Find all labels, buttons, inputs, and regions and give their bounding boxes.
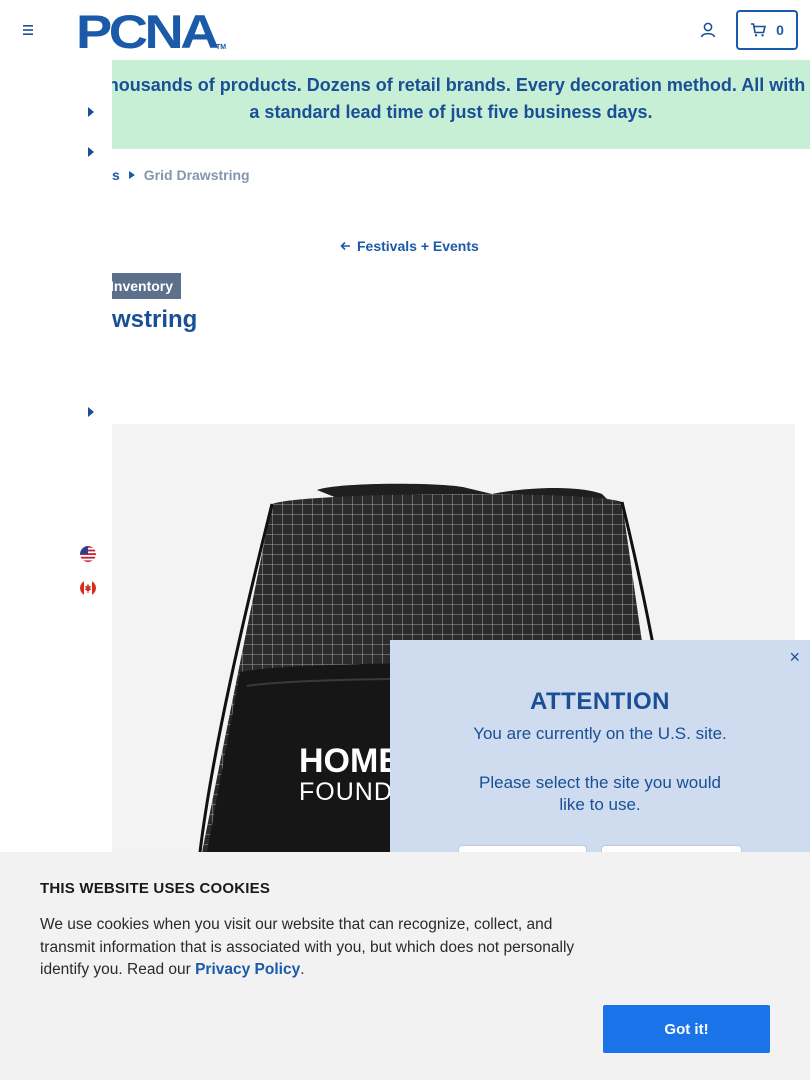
caret-right-icon [128, 171, 135, 179]
cookie-banner: THIS WEBSITE USES COOKIES We use cookies… [0, 852, 810, 1080]
cookie-title: THIS WEBSITE USES COOKIES [40, 880, 271, 897]
promo-banner: Thousands of products. Dozens of retail … [97, 60, 810, 149]
back-link-label: Festivals + Events [357, 238, 479, 254]
promo-banner-text: Thousands of products. Dozens of retail … [96, 75, 806, 122]
back-link[interactable]: Festivals + Events [340, 238, 479, 254]
attention-text: You are currently on the U.S. site. [473, 724, 727, 743]
cookie-period: . [300, 961, 305, 978]
svg-text:TM: TM [216, 44, 226, 51]
privacy-policy-link[interactable]: Privacy Policy [195, 961, 300, 978]
cart-count: 0 [776, 22, 784, 38]
accept-cookies-button[interactable]: Got it! [603, 1005, 770, 1053]
inventory-badge-label: Inventory [112, 278, 174, 294]
site-selector-modal: × ATTENTION You are currently on the U.S… [390, 640, 810, 855]
inventory-badge: Inventory [112, 273, 181, 299]
breadcrumb: s Grid Drawstring [112, 166, 250, 184]
close-icon[interactable]: × [789, 648, 800, 666]
caret-right-icon[interactable] [87, 107, 95, 117]
cookie-text: We use cookies when you visit our websit… [40, 914, 610, 982]
caret-right-icon[interactable] [87, 407, 95, 417]
svg-text:PCNA: PCNA [76, 10, 218, 52]
menu-icon[interactable] [19, 21, 37, 39]
caret-right-icon[interactable] [87, 147, 95, 157]
arrow-left-icon [340, 241, 350, 251]
site-header: PCNA TM 0 [0, 0, 810, 60]
side-menu [0, 60, 112, 852]
breadcrumb-current: Grid Drawstring [143, 167, 250, 183]
attention-instruction: Please select the site you would like to… [479, 773, 721, 814]
cart-icon [751, 23, 767, 37]
bag-imprint-line1: HOME [299, 742, 401, 780]
pcna-logo[interactable]: PCNA TM [76, 10, 226, 52]
attention-title: ATTENTION [529, 688, 671, 715]
canada-flag-icon[interactable] [80, 580, 96, 596]
user-icon[interactable] [699, 21, 717, 39]
cart-button[interactable]: 0 [736, 10, 798, 50]
cookie-body: We use cookies when you visit our websit… [40, 916, 575, 978]
breadcrumb-link[interactable]: s [112, 167, 120, 183]
us-flag-icon[interactable] [80, 546, 96, 562]
product-title: wstring [112, 306, 198, 333]
